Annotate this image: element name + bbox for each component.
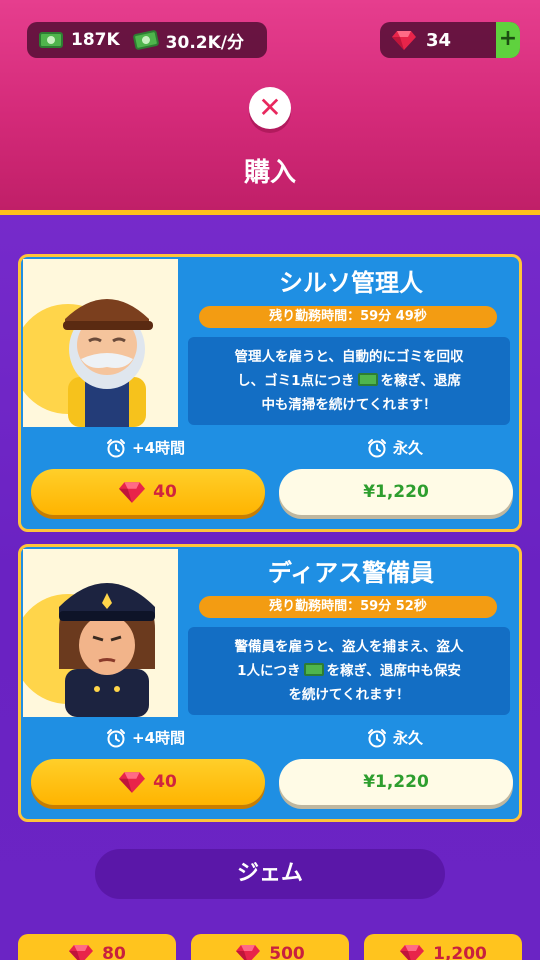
alarm-clock-icon bbox=[106, 438, 126, 458]
duration-label: 永久 bbox=[393, 439, 424, 457]
gems-pill: 34 + bbox=[380, 22, 520, 58]
description-line: 中も清掃を続けてくれます！ bbox=[261, 397, 437, 413]
add-gems-button[interactable]: + bbox=[496, 22, 520, 58]
janitor-portrait bbox=[23, 259, 178, 427]
gem-icon bbox=[392, 30, 416, 50]
guard-duration-permanent: 永久 bbox=[367, 727, 423, 748]
gem-cost: 40 bbox=[153, 482, 177, 502]
header: 187K 30.2K/分 34 + ✕ 購入 bbox=[0, 0, 540, 215]
gem-icon bbox=[68, 944, 94, 960]
guard-timer: 残り勤務時間：59分 52秒 bbox=[199, 596, 497, 618]
description-line: 1人につき を稼ぎ、退席中も保安 bbox=[198, 659, 500, 683]
gem-pack-amount: 80 bbox=[102, 944, 126, 960]
gem-icon bbox=[119, 481, 145, 503]
janitor-duration-permanent: 永久 bbox=[367, 437, 423, 458]
gem-pack-amount: 500 bbox=[269, 944, 305, 960]
alarm-clock-icon bbox=[367, 438, 387, 458]
description-text: 1人につき bbox=[237, 663, 301, 679]
guard-card: ディアス警備員 残り勤務時間：59分 52秒 警備員を雇うと、盗人を捕まえ、盗人… bbox=[18, 544, 522, 822]
plus-icon: + bbox=[498, 26, 518, 51]
gem-pack-tile[interactable]: 80 bbox=[18, 934, 176, 960]
cash-rate-icon bbox=[132, 29, 160, 51]
cash-icon bbox=[357, 373, 378, 386]
alarm-clock-icon bbox=[106, 728, 126, 748]
janitor-buy-price-button[interactable]: ¥1,220 bbox=[279, 469, 513, 515]
guard-buy-gems-button[interactable]: 40 bbox=[31, 759, 265, 805]
alarm-clock-icon bbox=[367, 728, 387, 748]
gem-pack-tile[interactable]: 500 bbox=[191, 934, 349, 960]
janitor-card: シルソ管理人 残り勤務時間：59分 49秒 管理人を雇うと、自動的にゴミを回収 … bbox=[18, 254, 522, 532]
income-rate: 30.2K/分 bbox=[165, 32, 244, 53]
description-line: 管理人を雇うと、自動的にゴミを回収 bbox=[234, 349, 464, 365]
description-line: を続けてくれます！ bbox=[288, 687, 410, 703]
duration-label: +4時間 bbox=[132, 439, 186, 457]
duration-label: +4時間 bbox=[132, 729, 186, 747]
gem-icon bbox=[119, 771, 145, 793]
janitor-description: 管理人を雇うと、自動的にゴミを回収 し、ゴミ1点につき を稼ぎ、退席 中も清掃を続… bbox=[188, 337, 510, 425]
janitor-name: シルソ管理人 bbox=[279, 269, 423, 297]
cash-icon bbox=[39, 32, 63, 48]
gem-section-title: ジェム bbox=[95, 849, 445, 899]
gem-pack-tile[interactable]: 1,200 bbox=[364, 934, 522, 960]
duration-label: 永久 bbox=[393, 729, 424, 747]
close-icon: ✕ bbox=[258, 91, 282, 124]
description-text: を稼ぎ、退席中も保安 bbox=[326, 663, 461, 679]
cash-icon bbox=[303, 663, 324, 676]
gem-icon bbox=[399, 944, 425, 960]
description-text: を稼ぎ、退席 bbox=[380, 373, 461, 389]
gem-icon bbox=[235, 944, 261, 960]
money-pill: 187K 30.2K/分 bbox=[27, 22, 267, 58]
gem-count: 34 bbox=[426, 29, 452, 51]
guard-buy-price-button[interactable]: ¥1,220 bbox=[279, 759, 513, 805]
gem-pack-amount: 1,200 bbox=[433, 944, 487, 960]
close-button[interactable]: ✕ bbox=[249, 87, 291, 129]
description-line: し、ゴミ1点につき を稼ぎ、退席 bbox=[198, 369, 500, 393]
money-amount: 187K bbox=[71, 30, 120, 50]
description-text: し、ゴミ1点につき bbox=[237, 373, 355, 389]
janitor-timer: 残り勤務時間：59分 49秒 bbox=[199, 306, 497, 328]
guard-description: 警備員を雇うと、盗人を捕まえ、盗人 1人につき を稼ぎ、退席中も保安 を続けてくれ… bbox=[188, 627, 510, 715]
page-title: 購入 bbox=[243, 158, 296, 188]
guard-portrait bbox=[23, 549, 178, 717]
guard-name: ディアス警備員 bbox=[267, 559, 435, 587]
janitor-buy-gems-button[interactable]: 40 bbox=[31, 469, 265, 515]
guard-duration-temp: +4時間 bbox=[106, 727, 185, 748]
janitor-duration-temp: +4時間 bbox=[106, 437, 185, 458]
gem-cost: 40 bbox=[153, 772, 177, 792]
description-line: 警備員を雇うと、盗人を捕まえ、盗人 bbox=[234, 639, 464, 655]
